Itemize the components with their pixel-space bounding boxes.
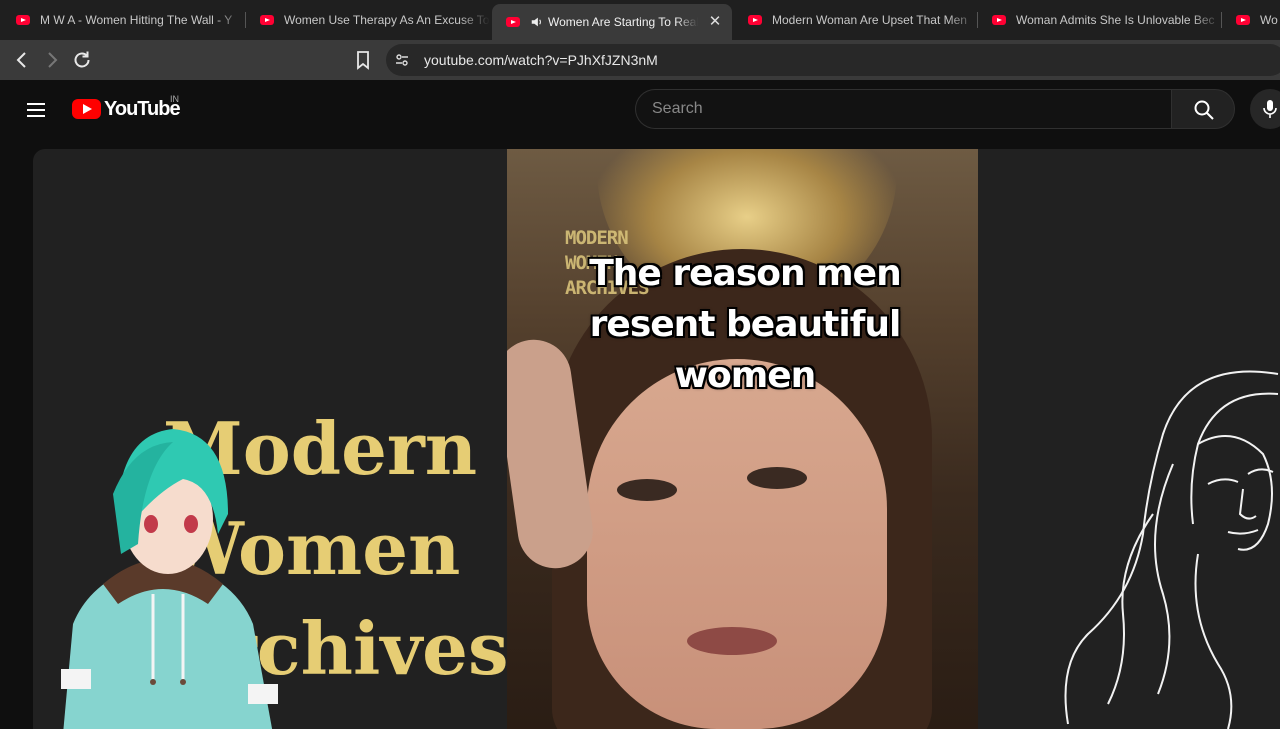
reload-icon[interactable] <box>70 48 94 72</box>
youtube-favicon-icon <box>1236 15 1250 25</box>
right-eye <box>747 467 807 489</box>
back-arrow-icon[interactable] <box>10 48 34 72</box>
browser-tab[interactable]: Modern Woman Are Upset That Men <box>734 4 978 36</box>
address-bar[interactable]: youtube.com/watch?v=PJhXfJZN3nM <box>386 44 1280 76</box>
search-input[interactable] <box>636 90 1172 128</box>
browser-tab-strip: M W A - Women Hitting The Wall - Y Women… <box>0 0 1280 40</box>
youtube-play-logo-icon <box>72 99 101 119</box>
browser-tab[interactable]: Women Use Therapy As An Excuse To <box>246 4 490 36</box>
site-settings-icon[interactable] <box>394 52 410 68</box>
search-box[interactable] <box>635 89 1172 129</box>
youtube-header: YouTube IN <box>0 80 1280 138</box>
youtube-logo[interactable]: YouTube IN <box>72 94 181 120</box>
youtube-favicon-icon <box>16 15 30 25</box>
browser-toolbar: youtube.com/watch?v=PJhXfJZN3nM <box>0 40 1280 80</box>
video-caption: The reason men resent beautiful women <box>589 253 901 396</box>
youtube-favicon-icon <box>748 15 762 25</box>
menu-icon[interactable] <box>24 98 48 122</box>
tab-title: Women Use Therapy As An Excuse To <box>284 13 490 27</box>
mouth <box>687 627 777 655</box>
country-code: IN <box>170 94 179 104</box>
tab-title: Modern Woman Are Upset That Men <box>772 13 967 27</box>
tab-title: Woman Admits She Is Unlovable Bec <box>1016 13 1215 27</box>
tab-title: M W A - Women Hitting The Wall - Y <box>40 13 233 27</box>
vtuber-avatar-image <box>61 429 278 729</box>
microphone-icon <box>1263 100 1277 118</box>
bookmark-icon[interactable] <box>351 48 375 72</box>
search-icon <box>1194 100 1214 120</box>
left-eye <box>617 479 677 501</box>
close-tab-icon[interactable]: ✕ <box>706 13 724 31</box>
tab-title: Women Are Starting To Realize <box>548 15 698 29</box>
browser-tab[interactable]: Woman Admits She Is Unlovable Bec <box>978 4 1222 36</box>
url-text[interactable]: youtube.com/watch?v=PJhXfJZN3nM <box>424 52 658 68</box>
browser-tab[interactable]: M W A - Women Hitting The Wall - Y <box>2 4 246 36</box>
youtube-favicon-icon <box>992 15 1006 25</box>
search-button[interactable] <box>1171 89 1235 129</box>
youtube-favicon-icon <box>260 15 274 25</box>
video-player[interactable]: Modern Women Archives MODERN WOMEN ARCHI… <box>33 149 1280 729</box>
youtube-favicon-icon <box>506 17 520 27</box>
voice-search-button[interactable] <box>1250 89 1280 129</box>
logo-wordmark: YouTube <box>104 97 181 120</box>
browser-tab[interactable]: Wo <box>1222 4 1280 36</box>
browser-tab-active[interactable]: Women Are Starting To Realize ✕ <box>492 4 732 40</box>
face-shape <box>587 359 887 729</box>
tab-title: Wo <box>1260 13 1278 27</box>
audio-playing-icon[interactable] <box>530 15 544 29</box>
forward-arrow-icon[interactable] <box>40 48 64 72</box>
line-art-woman-illustration <box>1064 370 1279 729</box>
